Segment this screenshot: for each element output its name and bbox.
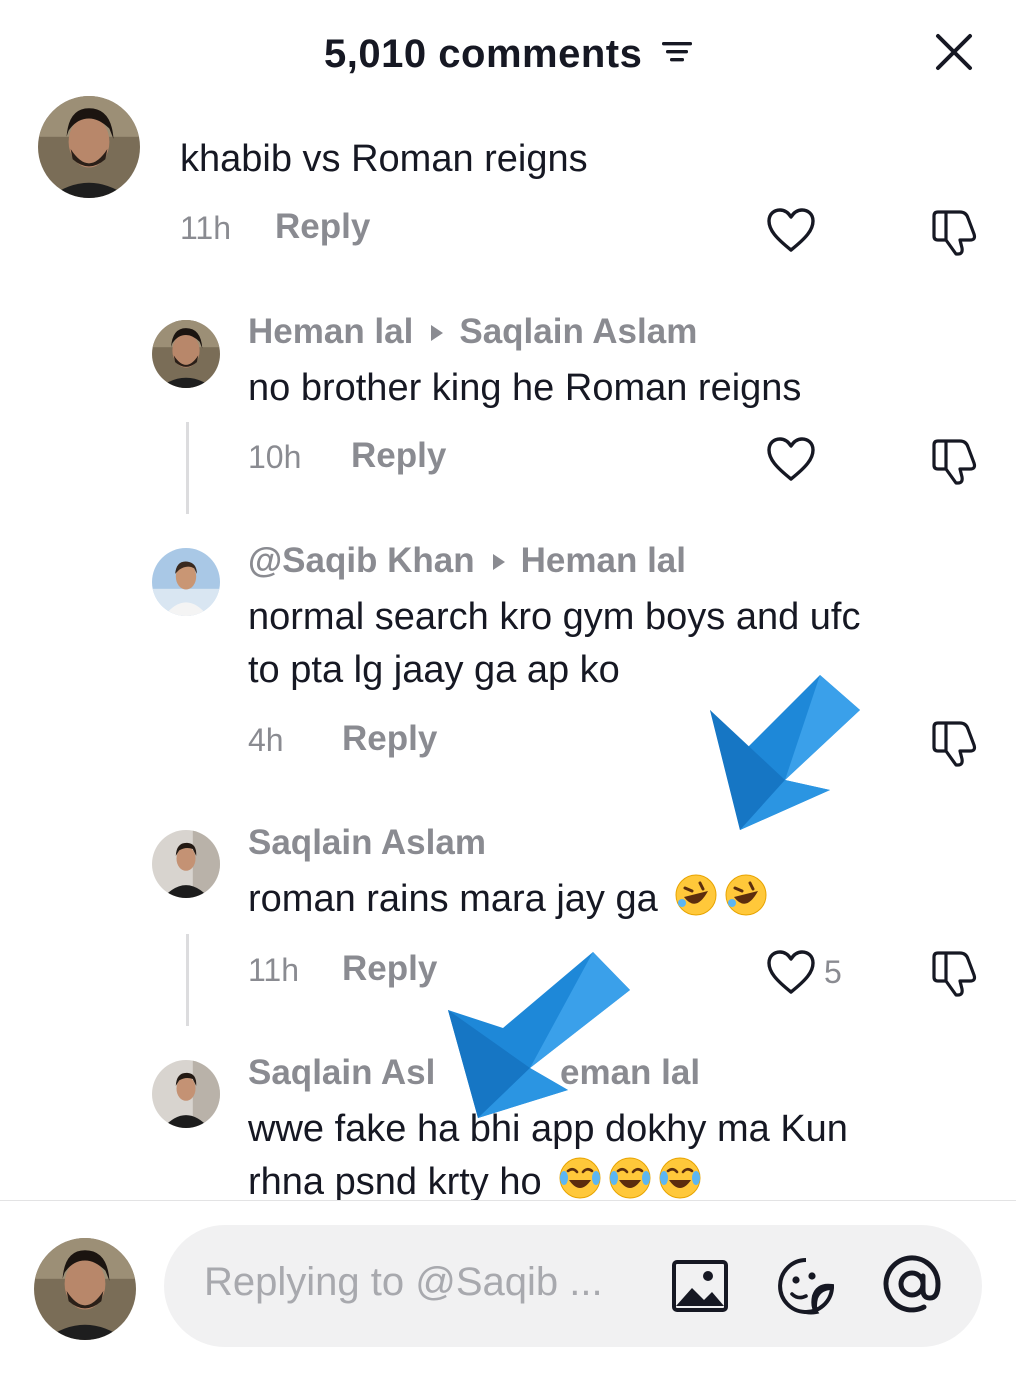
comment-input-placeholder[interactable]: Replying to @Saqib ... [204, 1260, 634, 1305]
avatar[interactable] [152, 830, 220, 898]
comments-sheet: 5,010 comments khabib vs Roman reigns 11… [0, 0, 1016, 1392]
reply-arrow-icon [431, 325, 444, 341]
comment-text-content: roman rains mara jay ga [248, 878, 658, 920]
comment-text-line: to pta lg jaay ga ap ko [248, 649, 620, 691]
reply-arrow-icon [492, 554, 505, 570]
bearded-man-photo [34, 1238, 136, 1340]
tears-of-joy-emoji [659, 1157, 701, 1199]
current-user-avatar[interactable] [34, 1238, 136, 1340]
avatar[interactable] [152, 1060, 220, 1128]
rofl-emoji [675, 874, 717, 916]
comment-text-content: rhna psnd krty ho [248, 1161, 542, 1203]
reply-button[interactable]: Reply [342, 719, 437, 759]
blue-arrow-overlay [448, 952, 630, 1118]
username[interactable]: @Saqib Khan [248, 541, 475, 580]
username[interactable]: Saqlain Aslam [248, 823, 486, 863]
bearded-man-photo [38, 96, 140, 198]
comment-time: 4h [248, 722, 284, 758]
image-icon[interactable] [670, 1256, 730, 1316]
dislike-icon[interactable] [928, 435, 980, 485]
comment-text: no brother king he Roman reigns [248, 367, 802, 409]
reply-to-username[interactable]: Heman lal [521, 541, 686, 580]
avatar[interactable] [38, 96, 140, 198]
tears-of-joy-emoji [609, 1157, 651, 1199]
comment-time: 11h [248, 952, 300, 988]
comments-header: 5,010 comments [0, 0, 1016, 110]
comment-time: 10h [248, 439, 302, 475]
mention-at-icon[interactable] [882, 1254, 942, 1314]
comment-text-line: normal search kro gym boys and ufc [248, 596, 861, 638]
heart-icon[interactable] [766, 207, 816, 253]
sticker-icon[interactable] [776, 1256, 836, 1316]
reply-button[interactable]: Reply [275, 207, 370, 247]
blue-arrow-overlay [710, 675, 860, 830]
dislike-icon[interactable] [928, 947, 980, 997]
reply-username-row: @Saqib Khan Heman lal [248, 541, 686, 581]
comments-count-text: 5,010 comments [324, 31, 643, 76]
comment-time: 11h [180, 210, 232, 246]
comments-count-title: 5,010 comments [0, 30, 1016, 77]
bearded-man-photo [152, 320, 220, 388]
reply-button[interactable]: Reply [351, 436, 446, 476]
comment-text: khabib vs Roman reigns [180, 138, 588, 180]
reply-button[interactable]: Reply [342, 949, 437, 989]
like-count: 5 [824, 954, 842, 990]
avatar[interactable] [152, 548, 220, 616]
dislike-icon[interactable] [928, 717, 980, 767]
avatar[interactable] [152, 320, 220, 388]
tears-of-joy-emoji [559, 1157, 601, 1199]
man-white-shirt-photo [152, 548, 220, 616]
username[interactable]: Saqlain Asl [248, 1053, 435, 1093]
thread-line [186, 422, 189, 514]
sort-lines-icon[interactable] [661, 39, 692, 65]
dislike-icon[interactable] [928, 206, 980, 256]
man-dark-suit-photo [152, 830, 220, 898]
reply-username-row: Heman lal Saqlain Aslam [248, 312, 697, 352]
reply-to-username[interactable]: Saqlain Aslam [459, 312, 697, 351]
thread-line [186, 934, 189, 1026]
heart-icon[interactable] [766, 436, 816, 482]
heart-icon[interactable] [766, 949, 816, 995]
username[interactable]: Heman lal [248, 312, 413, 351]
comment-text: roman rains mara jay ga [248, 872, 768, 926]
rofl-emoji [725, 874, 767, 916]
close-x-icon[interactable] [932, 30, 976, 74]
man-dark-suit-photo [152, 1060, 220, 1128]
